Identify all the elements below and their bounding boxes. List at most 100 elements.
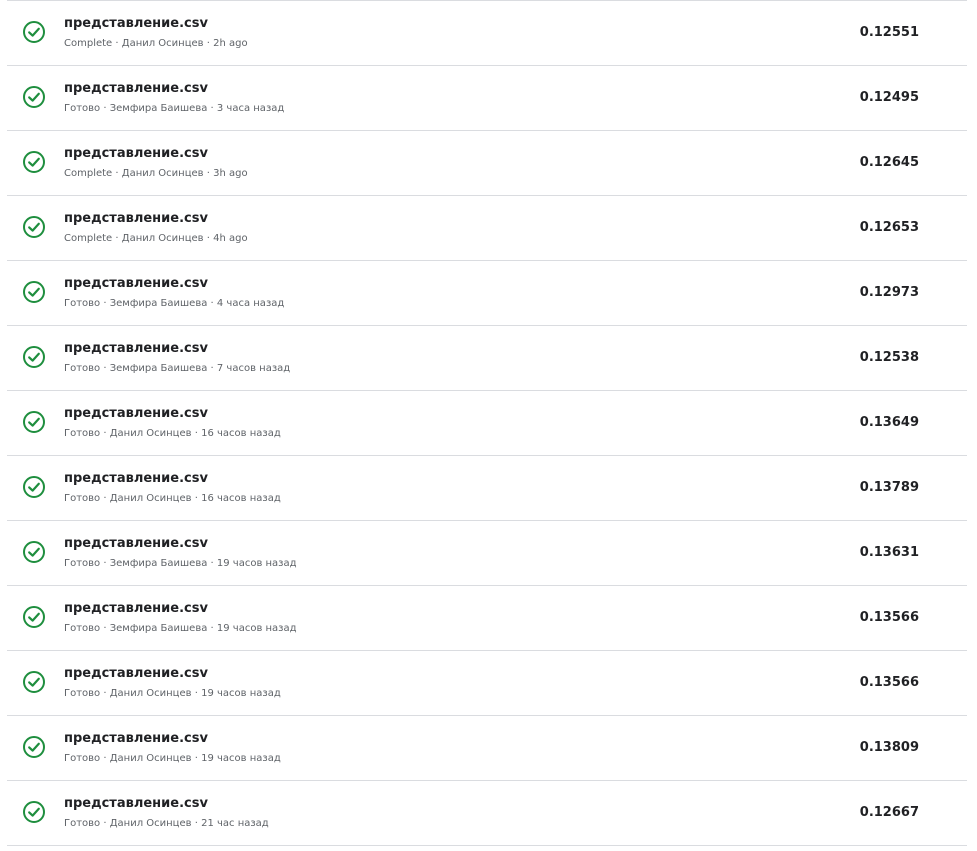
submission-file-name[interactable]: представление.csv	[64, 81, 208, 96]
submission-score: 0.13809	[859, 740, 919, 755]
submission-file-name[interactable]: представление.csv	[64, 731, 208, 746]
submission-status: Готово	[64, 623, 101, 634]
submission-status: Готово	[64, 688, 101, 699]
submission-file-name[interactable]: представление.csv	[64, 16, 208, 31]
submission-time: 19 часов назад	[201, 688, 281, 699]
submission-author: Данил Осинцев	[109, 753, 192, 764]
submission-file-name[interactable]: представление.csv	[64, 211, 208, 226]
submission-meta: Готово · Земфира Баишева · 3 часа назад	[64, 103, 285, 114]
submission-author: Данил Осинцев	[109, 818, 192, 829]
check-circle-icon	[22, 735, 46, 759]
submission-status: Готово	[64, 753, 101, 764]
submission-score: 0.12973	[859, 285, 919, 300]
submission-status: Готово	[64, 818, 101, 829]
submission-author: Земфира Баишева	[109, 298, 208, 309]
submission-row[interactable]: представление.csv Готово · Данил Осинцев…	[7, 781, 967, 846]
check-circle-icon	[22, 540, 46, 564]
submission-score: 0.12645	[859, 155, 919, 170]
submission-author: Данил Осинцев	[121, 168, 204, 179]
check-circle-icon	[22, 215, 46, 239]
submission-file-name[interactable]: представление.csv	[64, 666, 208, 681]
submission-meta: Готово · Земфира Баишева · 19 часов наза…	[64, 558, 297, 569]
submission-time: 2h ago	[213, 38, 248, 49]
check-circle-icon	[22, 475, 46, 499]
submission-score: 0.13631	[859, 545, 919, 560]
submission-row[interactable]: представление.csv Готово · Данил Осинцев…	[7, 456, 967, 521]
submission-row[interactable]: представление.csv Готово · Земфира Баише…	[7, 586, 967, 651]
submission-row[interactable]: представление.csv Готово · Земфира Баише…	[7, 66, 967, 131]
submission-score: 0.13566	[859, 610, 919, 625]
submission-status: Готово	[64, 298, 101, 309]
submission-time: 16 часов назад	[201, 493, 281, 504]
submission-status: Готово	[64, 428, 101, 439]
submission-score: 0.13789	[859, 480, 919, 495]
submission-time: 3h ago	[213, 168, 248, 179]
submission-meta: Complete · Данил Осинцев · 4h ago	[64, 233, 248, 244]
check-circle-icon	[22, 85, 46, 109]
submission-time: 3 часа назад	[216, 103, 285, 114]
submission-author: Земфира Баишева	[109, 103, 208, 114]
submission-meta: Complete · Данил Осинцев · 3h ago	[64, 168, 248, 179]
submission-row[interactable]: представление.csv Complete · Данил Осинц…	[7, 1, 967, 66]
submission-file-name[interactable]: представление.csv	[64, 601, 208, 616]
submission-file-name[interactable]: представление.csv	[64, 536, 208, 551]
check-circle-icon	[22, 150, 46, 174]
check-circle-icon	[22, 280, 46, 304]
submission-row[interactable]: представление.csv Complete · Данил Осинц…	[7, 131, 967, 196]
check-circle-icon	[22, 605, 46, 629]
check-circle-icon	[22, 20, 46, 44]
check-circle-icon	[22, 410, 46, 434]
submission-score: 0.13566	[859, 675, 919, 690]
submission-author: Земфира Баишева	[109, 558, 208, 569]
submission-meta: Готово · Земфира Баишева · 4 часа назад	[64, 298, 285, 309]
submission-time: 7 часов назад	[216, 363, 291, 374]
submission-meta: Готово · Данил Осинцев · 16 часов назад	[64, 428, 281, 439]
submission-score: 0.12653	[859, 220, 919, 235]
submission-score: 0.13649	[859, 415, 919, 430]
submission-meta: Готово · Данил Осинцев · 16 часов назад	[64, 493, 281, 504]
submission-status: Готово	[64, 103, 101, 114]
submission-score: 0.12495	[859, 90, 919, 105]
submission-file-name[interactable]: представление.csv	[64, 276, 208, 291]
submission-row[interactable]: представление.csv Complete · Данил Осинц…	[7, 196, 967, 261]
submission-time: 19 часов назад	[216, 623, 297, 634]
submission-time: 16 часов назад	[201, 428, 281, 439]
submission-author: Земфира Баишева	[109, 623, 208, 634]
submission-file-name[interactable]: представление.csv	[64, 471, 208, 486]
submission-time: 4h ago	[213, 233, 248, 244]
submission-file-name[interactable]: представление.csv	[64, 341, 208, 356]
submission-status: Complete	[64, 38, 113, 49]
submission-row[interactable]: представление.csv Готово · Земфира Баише…	[7, 261, 967, 326]
submission-time: 4 часа назад	[216, 298, 285, 309]
submission-author: Данил Осинцев	[109, 688, 192, 699]
check-circle-icon	[22, 345, 46, 369]
submission-score: 0.12551	[859, 25, 919, 40]
submission-row[interactable]: представление.csv Готово · Данил Осинцев…	[7, 716, 967, 781]
check-circle-icon	[22, 800, 46, 824]
submission-row[interactable]: представление.csv Готово · Земфира Баише…	[7, 521, 967, 586]
submissions-list: представление.csv Complete · Данил Осинц…	[7, 0, 967, 846]
submission-meta: Готово · Данил Осинцев · 19 часов назад	[64, 688, 281, 699]
submission-status: Готово	[64, 493, 101, 504]
submission-row[interactable]: представление.csv Готово · Земфира Баише…	[7, 326, 967, 391]
submission-meta: Готово · Данил Осинцев · 21 час назад	[64, 818, 269, 829]
submission-author: Данил Осинцев	[109, 493, 192, 504]
submission-row[interactable]: представление.csv Готово · Данил Осинцев…	[7, 651, 967, 716]
submission-status: Complete	[64, 233, 113, 244]
submission-meta: Готово · Земфира Баишева · 19 часов наза…	[64, 623, 297, 634]
submission-row[interactable]: представление.csv Готово · Данил Осинцев…	[7, 391, 967, 456]
submission-author: Данил Осинцев	[121, 233, 204, 244]
submission-status: Complete	[64, 168, 113, 179]
submission-author: Данил Осинцев	[109, 428, 192, 439]
submission-time: 21 час назад	[201, 818, 269, 829]
submission-status: Готово	[64, 363, 101, 374]
submission-file-name[interactable]: представление.csv	[64, 406, 208, 421]
submission-score: 0.12667	[859, 805, 919, 820]
submission-time: 19 часов назад	[201, 753, 281, 764]
submission-author: Данил Осинцев	[121, 38, 204, 49]
submission-score: 0.12538	[859, 350, 919, 365]
submission-author: Земфира Баишева	[109, 363, 208, 374]
submission-file-name[interactable]: представление.csv	[64, 796, 208, 811]
submission-file-name[interactable]: представление.csv	[64, 146, 208, 161]
submission-time: 19 часов назад	[216, 558, 297, 569]
